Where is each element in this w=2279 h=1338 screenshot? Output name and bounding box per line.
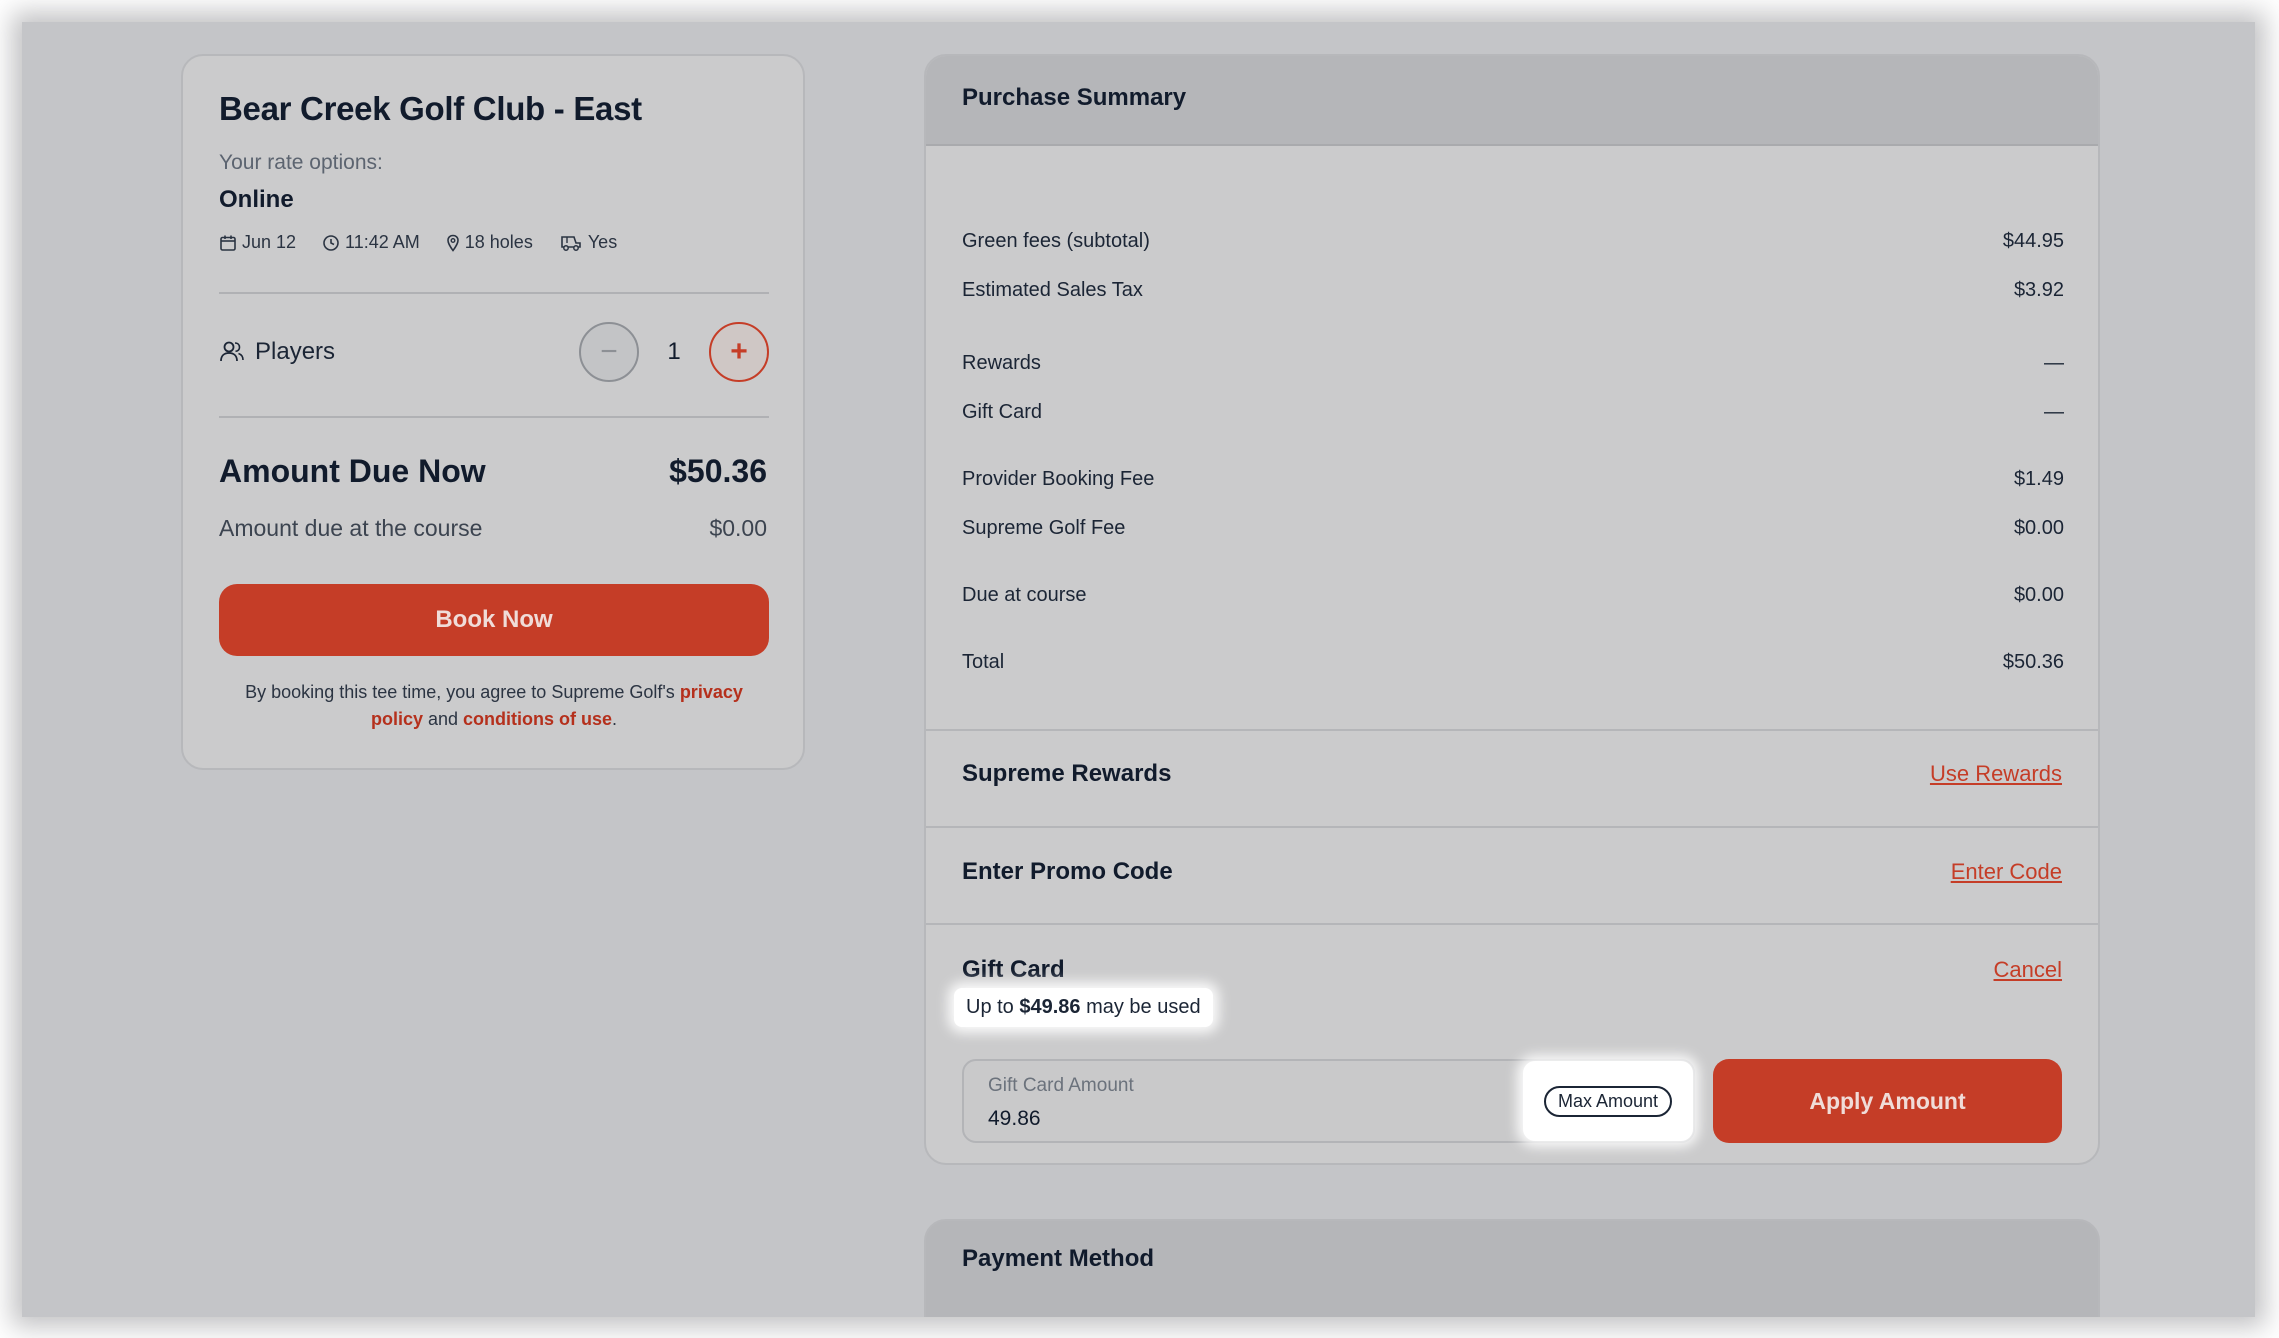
line-value: $0.00 (2013, 517, 2064, 539)
purchase-summary-card: Purchase Summary Green fees (subtotal) $4… (924, 54, 2100, 1165)
line-value: — (2044, 401, 2064, 423)
holes-text: 18 holes (464, 232, 533, 252)
supreme-rewards-title: Supreme Rewards (962, 760, 1172, 787)
line-value: — (2044, 352, 2064, 374)
calendar-icon (220, 235, 236, 251)
book-now-button[interactable]: Book Now (219, 584, 769, 656)
players-label: Players (255, 338, 336, 365)
purchase-summary-header: Purchase Summary (926, 56, 2098, 146)
summary-line: Green fees (subtotal) $44.95 (962, 230, 2064, 253)
time-text: 11:42 AM (345, 232, 420, 252)
rate-options-label: Your rate options: (219, 151, 383, 174)
max-amount-button[interactable]: Max Amount (1543, 1085, 1673, 1117)
note-amount: $49.86 (1019, 996, 1081, 1018)
location-pin-icon (446, 234, 459, 252)
note-prefix: Up to (966, 996, 1020, 1018)
summary-line: Total $50.36 (962, 651, 2064, 674)
section-divider (926, 729, 2098, 731)
date-detail: Jun 12 (219, 232, 296, 253)
dimmed-page: Bear Creek Golf Club - East Your rate op… (22, 22, 2255, 1317)
booking-terms: By booking this tee time, you agree to S… (219, 679, 769, 733)
conditions-of-use-link[interactable]: conditions of use (463, 709, 612, 729)
summary-line: Gift Card — (962, 401, 2064, 424)
line-label: Rewards (962, 352, 1041, 374)
summary-line: Supreme Golf Fee $0.00 (962, 517, 2064, 540)
section-divider (926, 923, 2098, 925)
line-value: $0.00 (2013, 584, 2064, 606)
players-count: 1 (667, 338, 681, 365)
apply-amount-button[interactable]: Apply Amount (1713, 1059, 2062, 1143)
terms-prefix: By booking this tee time, you agree to S… (245, 682, 680, 702)
cart-detail: Yes (559, 232, 617, 253)
max-amount-highlight: Max Amount (1523, 1061, 1693, 1141)
gift-card-limit-note: Up to $49.86 may be used (954, 988, 1213, 1027)
date-text: Jun 12 (242, 232, 297, 252)
payment-method-title: Payment Method (962, 1245, 1155, 1272)
tee-time-details: Jun 12 11:42 AM 18 holes Yes (219, 232, 643, 253)
line-value: $44.95 (2002, 230, 2064, 252)
gift-card-title: Gift Card (962, 956, 1065, 983)
section-divider (926, 826, 2098, 828)
booking-card: Bear Creek Golf Club - East Your rate op… (181, 54, 805, 770)
line-label: Due at course (962, 584, 1087, 606)
use-rewards-link[interactable]: Use Rewards (1930, 761, 2062, 787)
players-stepper: − 1 + (579, 322, 769, 382)
cart-text: Yes (587, 232, 618, 252)
gift-card-amount-input[interactable] (988, 1107, 1388, 1131)
line-value: $50.36 (2002, 651, 2064, 673)
purchase-summary-title: Purchase Summary (962, 84, 1187, 111)
gift-card-amount-label: Gift Card Amount (988, 1075, 1134, 1096)
players-row: Players − 1 + (219, 322, 769, 382)
amount-due-course-label: Amount due at the course (219, 515, 483, 541)
line-label: Gift Card (962, 401, 1043, 423)
holes-detail: 18 holes (446, 232, 533, 253)
line-label: Total (962, 651, 1005, 673)
clock-icon (323, 234, 339, 251)
line-value: $1.49 (2013, 468, 2064, 490)
note-suffix: may be used (1080, 996, 1201, 1018)
terms-and: and (422, 709, 464, 729)
line-label: Supreme Golf Fee (962, 517, 1126, 539)
amount-due-now-label: Amount Due Now (219, 453, 486, 489)
amount-due-now-value: $50.36 (669, 453, 767, 489)
golf-cart-icon (561, 235, 581, 251)
divider (219, 292, 769, 294)
increase-players-button[interactable]: + (709, 322, 769, 382)
amount-due-course-value: $0.00 (709, 515, 767, 541)
line-label: Estimated Sales Tax (962, 279, 1143, 301)
summary-line: Estimated Sales Tax $3.92 (962, 279, 2064, 302)
gift-card-amount-field[interactable]: Gift Card Amount Max Amount (962, 1059, 1695, 1143)
divider (219, 416, 769, 418)
line-label: Green fees (subtotal) (962, 230, 1150, 252)
players-icon (220, 341, 244, 362)
payment-method-card: Payment Method (924, 1219, 2100, 1317)
summary-line: Due at course $0.00 (962, 584, 2064, 607)
promo-code-title: Enter Promo Code (962, 858, 1173, 885)
summary-line: Provider Booking Fee $1.49 (962, 468, 2064, 491)
time-detail: 11:42 AM (322, 232, 420, 253)
gift-card-cancel-link[interactable]: Cancel (1994, 957, 2062, 983)
rate-option-value: Online (219, 186, 294, 213)
summary-line: Rewards — (962, 352, 2064, 375)
line-label: Provider Booking Fee (962, 468, 1155, 490)
course-title: Bear Creek Golf Club - East (219, 90, 642, 127)
enter-code-link[interactable]: Enter Code (1951, 859, 2062, 885)
terms-suffix: . (612, 709, 618, 729)
line-value: $3.92 (2013, 279, 2064, 301)
decrease-players-button[interactable]: − (579, 322, 639, 382)
